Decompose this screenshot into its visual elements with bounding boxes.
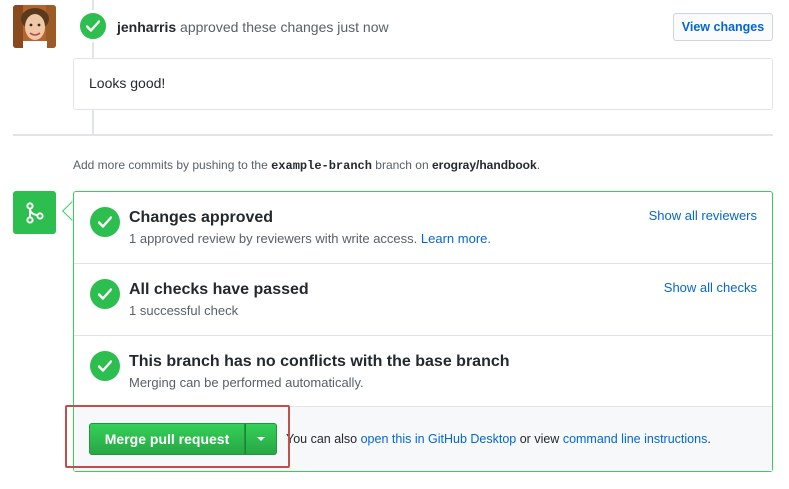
push-note-middle: branch on (375, 158, 429, 172)
check-icon (90, 279, 120, 309)
check-row-changes-approved: Changes approved 1 approved review by re… (74, 192, 772, 264)
check-row-checks-passed: All checks have passed 1 successful chec… (74, 264, 772, 336)
check-title: All checks have passed (129, 281, 309, 298)
show-all-reviewers-link[interactable]: Show all reviewers (649, 207, 757, 225)
review-author[interactable]: jenharris (117, 19, 176, 35)
check-icon (90, 351, 120, 381)
review-comment-text: Looks good! (89, 75, 166, 91)
merge-alternatives-note: You can also open this in GitHub Desktop… (286, 430, 711, 448)
check-title: This branch has no conflicts with the ba… (129, 353, 510, 370)
review-header: jenharris approved these changes just no… (117, 17, 389, 37)
review-action-text: approved these changes just now (180, 19, 389, 35)
git-merge-icon (13, 191, 56, 234)
show-all-checks-link[interactable]: Show all checks (664, 279, 757, 297)
push-note-prefix: Add more commits by pushing to the (73, 158, 268, 172)
branch-name: example-branch (271, 159, 372, 173)
check-description: 1 approved review by reviewers with writ… (129, 230, 491, 248)
view-changes-button[interactable]: View changes (673, 13, 773, 41)
note-prefix: You can also (286, 432, 358, 446)
open-in-desktop-link[interactable]: open this in GitHub Desktop (361, 432, 517, 446)
note-middle: or view (519, 432, 560, 446)
push-note-suffix: . (536, 158, 541, 172)
note-suffix: . (707, 432, 711, 446)
push-note: Add more commits by pushing to the examp… (73, 156, 540, 175)
check-icon (90, 207, 120, 237)
check-row-no-conflicts: This branch has no conflicts with the ba… (74, 336, 772, 407)
check-title: Changes approved (129, 209, 274, 226)
review-comment: Looks good! (73, 58, 773, 110)
merge-button-highlight (65, 405, 290, 468)
repo-name: erogray/handbook (432, 158, 537, 172)
divider (13, 134, 773, 136)
check-description: Merging can be performed automatically. (129, 375, 364, 390)
avatar[interactable] (13, 5, 56, 48)
check-description-text: 1 approved review by reviewers with writ… (129, 231, 418, 246)
command-line-instructions-link[interactable]: command line instructions (563, 432, 708, 446)
check-description: 1 successful check (129, 303, 239, 318)
learn-more-link[interactable]: Learn more. (421, 231, 491, 246)
approved-check-icon (77, 10, 109, 42)
